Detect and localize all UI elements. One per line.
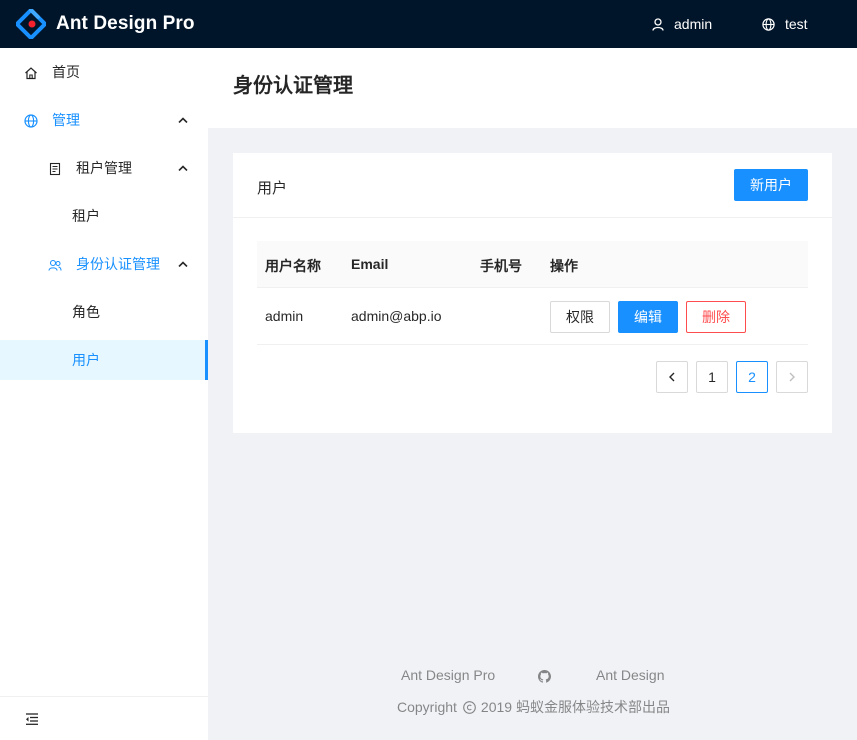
sidebar: 首页 管理 租户管理 租户 身份认证管理 角色 用户: [0, 48, 208, 740]
sidebar-item-label: 租户管理: [76, 160, 132, 176]
page-title: 身份认证管理: [233, 75, 353, 97]
user-name: admin: [674, 16, 713, 32]
locale-label: test: [785, 16, 808, 32]
table-header: 用户名称 Email 手机号 操作: [257, 241, 808, 288]
sidebar-item-tenants[interactable]: 租户: [0, 196, 208, 236]
sidebar-item-label: 用户: [72, 352, 100, 368]
chevron-left-icon: [669, 372, 675, 382]
github-icon[interactable]: [538, 670, 551, 683]
ant-design-logo-icon[interactable]: [16, 9, 46, 39]
sidebar-item-identity-management[interactable]: 身份认证管理: [0, 244, 208, 284]
sidebar-footer: [0, 696, 208, 740]
cell-email: admin@abp.io: [351, 308, 442, 324]
sidebar-item-roles[interactable]: 角色: [0, 292, 208, 332]
globe-icon: [24, 114, 38, 128]
sidebar-item-label: 身份认证管理: [76, 256, 160, 272]
user-icon: [652, 17, 664, 31]
copyright-text: 2019 蚂蚁金服体验技术部出品: [480, 699, 670, 715]
table-row: admin admin@abp.io 权限 编辑 删除: [257, 288, 808, 345]
delete-button[interactable]: 删除: [686, 301, 746, 333]
copyright: Copyright 2019 蚂蚁金服体验技术部出品: [397, 697, 670, 717]
sidebar-item-label: 首页: [52, 64, 80, 80]
sidebar-item-label: 租户: [72, 208, 100, 224]
new-user-button[interactable]: 新用户: [734, 169, 808, 201]
sidebar-item-home[interactable]: 首页: [0, 52, 208, 92]
chevron-up-icon: [178, 165, 188, 171]
card-header: 用户 新用户: [233, 153, 832, 218]
sidebar-item-admin[interactable]: 管理: [0, 100, 208, 140]
locale-menu[interactable]: test: [762, 15, 808, 33]
menu-fold-icon[interactable]: [25, 713, 39, 725]
book-icon: [49, 162, 61, 176]
team-icon: [48, 259, 62, 271]
column-header-actions: 操作: [550, 258, 578, 274]
pagination-page[interactable]: 1: [696, 361, 728, 393]
column-header-username[interactable]: 用户名称: [265, 256, 321, 276]
pagination-next[interactable]: [776, 361, 808, 393]
chevron-up-icon: [178, 117, 188, 123]
page-header: 身份认证管理: [208, 48, 857, 128]
brand-title[interactable]: Ant Design Pro: [56, 13, 195, 35]
cell-username: admin: [265, 308, 304, 324]
pagination-page-current[interactable]: 2: [736, 361, 768, 393]
chevron-right-icon: [789, 372, 795, 382]
permissions-button[interactable]: 权限: [550, 301, 610, 333]
card-title: 用户: [257, 180, 288, 197]
sidebar-item-label: 管理: [52, 112, 80, 128]
column-header-email[interactable]: Email: [351, 256, 388, 272]
chevron-up-icon: [178, 261, 188, 267]
user-menu[interactable]: admin: [652, 15, 712, 33]
column-header-phone[interactable]: 手机号: [480, 256, 522, 276]
sidebar-item-label: 角色: [72, 304, 100, 320]
top-header: Ant Design Pro admin test: [0, 0, 857, 48]
copyright-icon: [463, 700, 476, 714]
sidebar-item-tenant-management[interactable]: 租户管理: [0, 148, 208, 188]
users-card: 用户 新用户 用户名称 Email 手机号 操作 admin admin@abp…: [233, 153, 832, 433]
footer-link-ant-design[interactable]: Ant Design: [596, 667, 664, 683]
sidebar-item-users[interactable]: 用户: [0, 340, 208, 380]
home-icon: [25, 67, 37, 80]
edit-button[interactable]: 编辑: [618, 301, 678, 333]
globe-icon: [762, 17, 775, 31]
footer-link-ant-design-pro[interactable]: Ant Design Pro: [401, 667, 495, 683]
pagination-prev[interactable]: [656, 361, 688, 393]
copyright-label: Copyright: [397, 699, 457, 715]
